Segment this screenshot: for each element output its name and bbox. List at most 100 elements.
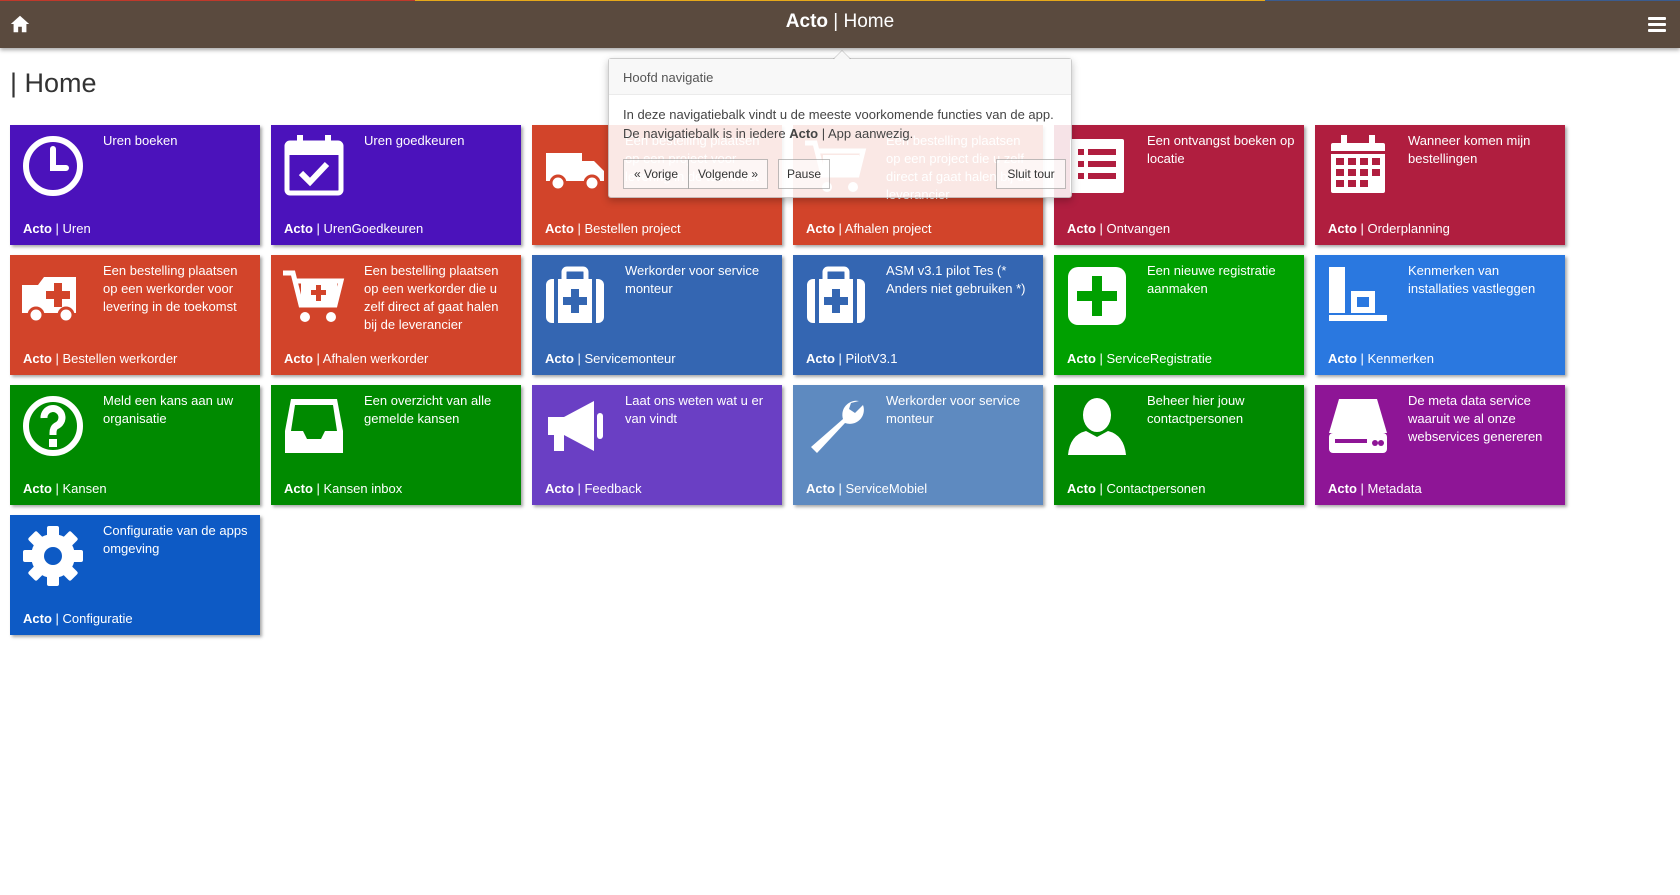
tile-app-name: Acto | Afhalen project xyxy=(806,221,932,236)
tile-app-name: Acto | Kansen xyxy=(23,481,107,496)
tile-app-name: Acto | Ontvangen xyxy=(1067,221,1170,236)
clock-icon xyxy=(20,133,86,199)
app-tile[interactable]: Een overzicht van alle gemelde kansen Act… xyxy=(271,385,521,505)
app-tile[interactable]: Meld een kans aan uw organisatie Acto | K… xyxy=(10,385,260,505)
tile-app-name: Acto | Bestellen werkorder xyxy=(23,351,177,366)
tile-brand: Acto xyxy=(1328,351,1357,366)
calendar-check-icon xyxy=(281,133,347,199)
tile-brand: Acto xyxy=(284,351,313,366)
nav-accent-stripe xyxy=(1265,0,1680,1)
installation-icon xyxy=(1325,263,1391,329)
tile-brand: Acto xyxy=(23,351,52,366)
app-tile[interactable]: Een nieuwe registratie aanmaken Acto | Se… xyxy=(1054,255,1304,375)
plus-square-icon xyxy=(1064,263,1130,329)
tile-app-label: | Ontvangen xyxy=(1095,221,1171,236)
tile-description: Een overzicht van alle gemelde kansen xyxy=(364,393,492,426)
medkit-icon xyxy=(803,263,869,329)
nav-accent-stripe xyxy=(0,0,415,1)
app-tile[interactable]: Een bestelling plaatsen op een werkorder… xyxy=(10,255,260,375)
hamburger-menu-icon[interactable] xyxy=(1648,17,1666,33)
megaphone-icon xyxy=(542,393,608,459)
tile-app-name: Acto | ServiceRegistratie xyxy=(1067,351,1212,366)
tour-next-button[interactable]: Volgende » xyxy=(688,159,768,189)
tile-app-name: Acto | Feedback xyxy=(545,481,642,496)
tile-description: Een ontvangst boeken op locatie xyxy=(1147,133,1295,166)
nav-page-title: Home xyxy=(843,11,895,32)
question-icon xyxy=(20,393,86,459)
inbox-icon xyxy=(281,393,347,459)
medkit-icon xyxy=(542,263,608,329)
tile-brand: Acto xyxy=(806,221,835,236)
tile-brand: Acto xyxy=(23,611,52,626)
tour-popover: Hoofd navigatie In deze navigatiebalk vi… xyxy=(608,50,1072,198)
tour-text-line: In deze navigatiebalk vindt u de meeste … xyxy=(623,107,1054,122)
list-icon xyxy=(1064,133,1130,199)
app-tile[interactable]: Configuratie van de apps omgeving Acto | … xyxy=(10,515,260,635)
tile-app-label: | Afhalen werkorder xyxy=(312,351,429,366)
tile-app-label: | Kenmerken xyxy=(1356,351,1434,366)
app-tile[interactable]: Wanneer komen mijn bestellingen Acto | Or… xyxy=(1315,125,1565,245)
app-tile[interactable]: Werkorder voor service monteur Acto | Ser… xyxy=(532,255,782,375)
tour-text-line: De navigatiebalk is in iedere Acto | App… xyxy=(623,124,1057,143)
app-tile[interactable]: Een bestelling plaatsen op een werkorder… xyxy=(271,255,521,375)
tile-description: Werkorder voor service monteur xyxy=(625,263,760,296)
tile-brand: Acto xyxy=(284,481,313,496)
wrench-icon xyxy=(803,393,869,459)
tile-description: Beheer hier jouw contactpersonen xyxy=(1147,393,1245,426)
app-tile[interactable]: Beheer hier jouw contactpersonen Acto | C… xyxy=(1054,385,1304,505)
tile-description: Werkorder voor service monteur xyxy=(886,393,1021,426)
tile-app-label: | UrenGoedkeuren xyxy=(312,221,424,236)
tile-app-label: | Kansen xyxy=(51,481,107,496)
app-tile[interactable]: ASM v3.1 pilot Tes (* Anders niet gebrui… xyxy=(793,255,1043,375)
tour-pause-button[interactable]: Pause xyxy=(778,159,830,189)
ambulance-icon xyxy=(20,263,86,329)
tile-app-name: Acto | Bestellen project xyxy=(545,221,681,236)
top-navbar: Acto | Home xyxy=(0,0,1680,48)
tile-brand: Acto xyxy=(806,481,835,496)
tile-app-label: | Bestellen project xyxy=(573,221,681,236)
tour-content: In deze navigatiebalk vindt u de meeste … xyxy=(609,95,1071,143)
tile-brand: Acto xyxy=(23,221,52,236)
tour-prev-button[interactable]: « Vorige xyxy=(623,159,689,189)
tile-app-label: | Bestellen werkorder xyxy=(51,351,178,366)
tile-app-name: Acto | Kenmerken xyxy=(1328,351,1434,366)
tile-description: Configuratie van de apps omgeving xyxy=(103,523,248,556)
tile-description: ASM v3.1 pilot Tes (* Anders niet gebrui… xyxy=(886,263,1026,296)
tile-app-label: | Kansen inbox xyxy=(312,481,403,496)
tile-brand: Acto xyxy=(1328,481,1357,496)
cart-plus-icon xyxy=(281,263,347,329)
nav-accent-stripe xyxy=(415,0,1265,1)
popover-arrow xyxy=(833,50,851,59)
tile-app-label: | Feedback xyxy=(573,481,642,496)
app-tile[interactable]: Kenmerken van installaties vastleggen Act… xyxy=(1315,255,1565,375)
app-tile[interactable]: Uren goedkeuren Acto | UrenGoedkeuren xyxy=(271,125,521,245)
tile-app-label: | Uren xyxy=(51,221,91,236)
tile-brand: Acto xyxy=(1067,481,1096,496)
app-tile[interactable]: Een ontvangst boeken op locatie Acto | On… xyxy=(1054,125,1304,245)
tile-app-label: | Afhalen project xyxy=(834,221,932,236)
app-tile[interactable]: De meta data service waaruit we al onze … xyxy=(1315,385,1565,505)
tile-description: Een bestelling plaatsen op een werkorder… xyxy=(103,263,238,314)
tile-description: Wanneer komen mijn bestellingen xyxy=(1408,133,1531,166)
app-tile-grid: Uren boeken Acto | Uren Uren goedkeuren Act… xyxy=(10,125,1570,645)
harddrive-icon xyxy=(1325,393,1391,459)
tile-app-label: | ServiceRegistratie xyxy=(1095,351,1212,366)
tour-text-brand: Acto xyxy=(789,126,819,141)
tile-brand: Acto xyxy=(545,221,574,236)
tile-description: Uren goedkeuren xyxy=(364,133,465,148)
app-tile[interactable]: Uren boeken Acto | Uren xyxy=(10,125,260,245)
gear-icon xyxy=(20,523,86,589)
tile-app-name: Acto | UrenGoedkeuren xyxy=(284,221,423,236)
tile-description: Uren boeken xyxy=(103,133,178,148)
truck-icon xyxy=(542,133,608,199)
app-tile[interactable]: Laat ons weten wat u er van vindt Acto | … xyxy=(532,385,782,505)
tile-description: Meld een kans aan uw organisatie xyxy=(103,393,234,426)
app-title: Acto | Home xyxy=(0,11,1680,33)
tile-app-name: Acto | Orderplanning xyxy=(1328,221,1450,236)
tile-app-label: | Orderplanning xyxy=(1356,221,1450,236)
page-title: | Home xyxy=(10,68,97,98)
app-tile[interactable]: Werkorder voor service monteur Acto | Ser… xyxy=(793,385,1043,505)
tour-end-button[interactable]: Sluit tour xyxy=(996,159,1066,189)
tour-title: Hoofd navigatie xyxy=(609,59,1071,95)
tile-app-label: | Servicemonteur xyxy=(573,351,676,366)
